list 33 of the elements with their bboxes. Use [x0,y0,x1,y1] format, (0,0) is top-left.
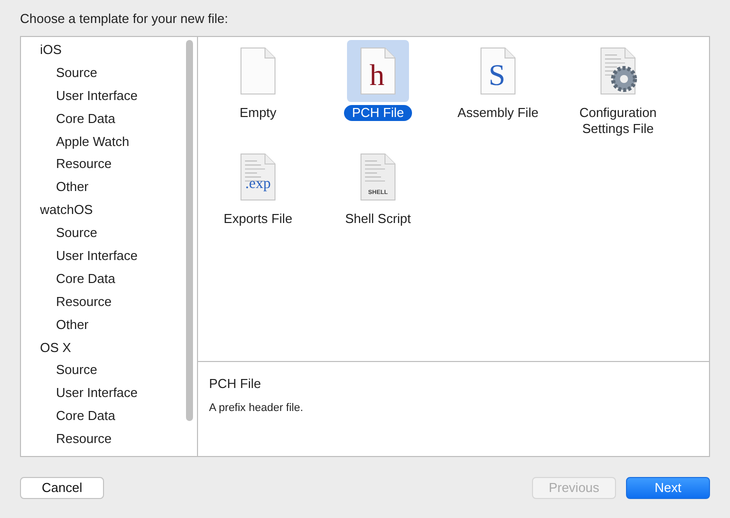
template-label[interactable]: Assembly File [450,105,546,121]
sidebar-group[interactable]: watchOS [21,199,182,222]
sidebar-item[interactable]: User Interface [21,382,182,406]
sidebar-item[interactable]: Core Data [21,108,182,131]
sidebar-item[interactable]: Source [21,222,182,246]
sidebar-group[interactable]: iOS [21,39,182,62]
dialog-prompt: Choose a template for your new file: [20,10,230,28]
sidebar-item[interactable]: Resource [21,153,182,176]
next-button[interactable]: Next [626,477,710,499]
sidebar-item[interactable]: Other [21,314,182,337]
template-label[interactable]: Empty [232,105,284,121]
sidebar-item[interactable]: Core Data [21,405,182,428]
scrollbar-thumb[interactable] [186,40,193,421]
selected-template-tile[interactable]: h [347,40,409,102]
sidebar-item[interactable]: Resource [21,428,182,452]
template-tile[interactable]: .exp [227,146,289,208]
cancel-button[interactable]: Cancel [20,477,104,499]
sidebar-item[interactable]: Resource [21,290,182,314]
template-label[interactable]: Shell Script [337,211,419,227]
sidebar-item[interactable]: Apple Watch [21,130,182,154]
description-text: A prefix header file. [209,400,304,416]
template-label[interactable]: PCH File [344,105,412,121]
template-label[interactable]: Exports File [216,211,300,227]
sidebar-item[interactable]: User Interface [21,245,182,268]
sidebar-group[interactable]: OS X [21,336,182,360]
sidebar-item[interactable]: User Interface [21,84,182,108]
sidebar-item[interactable]: Source [21,359,182,382]
template-label[interactable]: Configuration Settings File [559,105,677,137]
sidebar-item[interactable]: Other [21,176,182,200]
template-tile[interactable]: S [467,40,529,102]
sidebar-item[interactable]: Source [21,62,182,85]
sidebar-item[interactable]: Core Data [21,268,182,291]
description-title: PCH File [209,375,262,393]
